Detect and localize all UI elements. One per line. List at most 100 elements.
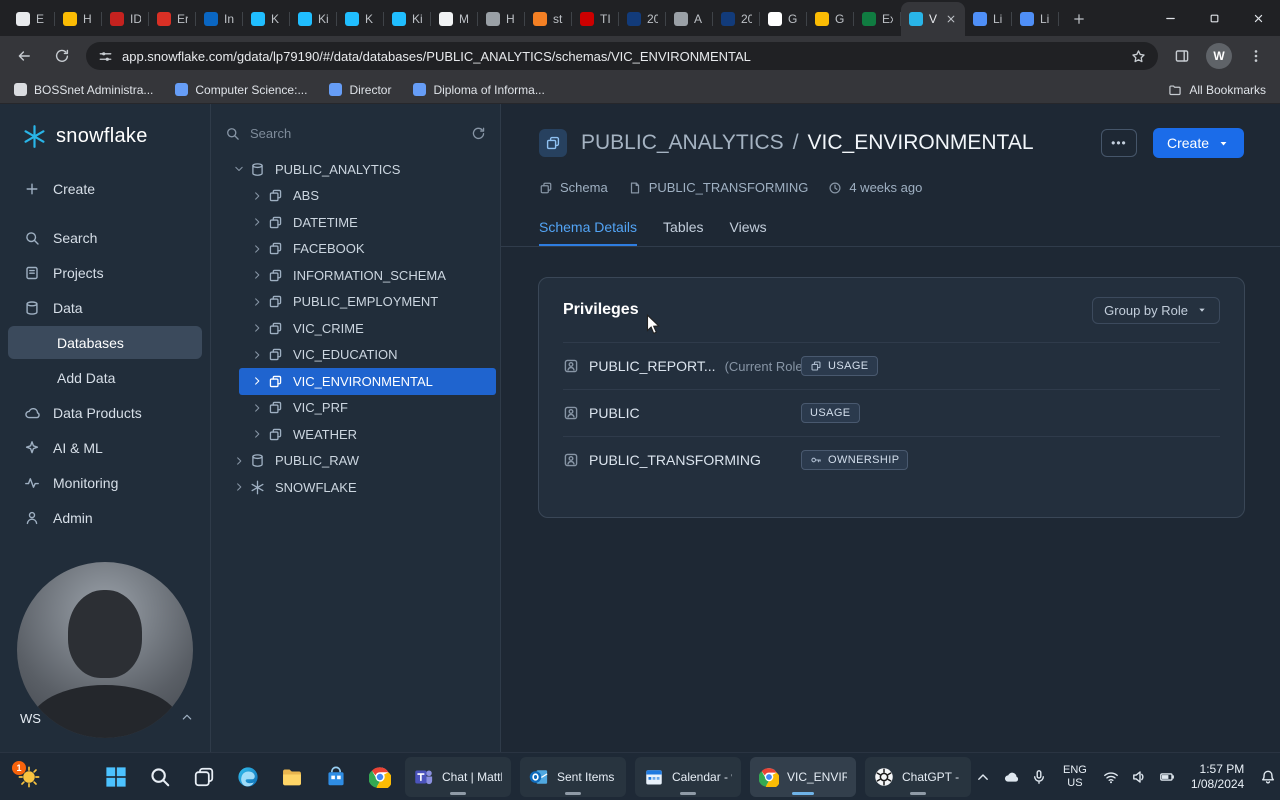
tray-mic-button[interactable] bbox=[1027, 761, 1051, 793]
sidebar-item-data-products[interactable]: Data Products bbox=[8, 396, 202, 429]
taskbar-store-button[interactable] bbox=[316, 757, 356, 797]
browser-tab[interactable]: H bbox=[478, 2, 525, 36]
browser-menu-button[interactable] bbox=[1242, 42, 1270, 70]
tree-item-datetime[interactable]: DATETIME bbox=[211, 209, 500, 236]
browser-tab[interactable]: Ki bbox=[384, 2, 431, 36]
bookmark-item[interactable]: Computer Science:... bbox=[175, 83, 307, 97]
taskbar-chrome-button[interactable] bbox=[360, 757, 400, 797]
browser-tab[interactable]: A bbox=[666, 2, 713, 36]
browser-tab[interactable]: K bbox=[243, 2, 290, 36]
browser-tab[interactable]: E bbox=[8, 2, 55, 36]
browser-tab[interactable]: In bbox=[196, 2, 243, 36]
close-button[interactable] bbox=[1236, 0, 1280, 36]
bookmark-item[interactable]: BOSSnet Administra... bbox=[14, 83, 153, 97]
sidebar-item-ai-ml[interactable]: AI & ML bbox=[8, 431, 202, 464]
tree-item-public-raw[interactable]: PUBLIC_RAW bbox=[211, 448, 500, 475]
bookmark-item[interactable]: Diploma of Informa... bbox=[413, 83, 545, 97]
taskbar-clock[interactable]: 1:57 PM 1/08/2024 bbox=[1187, 762, 1248, 792]
browser-tab[interactable]: K bbox=[337, 2, 384, 36]
side-panel-button[interactable] bbox=[1168, 42, 1196, 70]
taskbar-window-sent-items[interactable]: Sent Items - bbox=[520, 756, 626, 797]
sidebar-item-monitoring[interactable]: Monitoring bbox=[8, 466, 202, 499]
taskbar-window-vic-enviro[interactable]: VIC_ENVIRO bbox=[750, 756, 856, 797]
minimize-button[interactable] bbox=[1148, 0, 1192, 36]
taskbar-taskview-button[interactable] bbox=[184, 757, 224, 797]
browser-tab[interactable]: G bbox=[760, 2, 807, 36]
address-bar[interactable]: app.snowflake.com/gdata/lp79190/#/data/d… bbox=[86, 42, 1158, 70]
sidebar-collapse-icon[interactable] bbox=[180, 710, 194, 724]
back-button[interactable] bbox=[10, 42, 38, 70]
reload-button[interactable] bbox=[48, 42, 76, 70]
tree-item-facebook[interactable]: FACEBOOK bbox=[211, 236, 500, 263]
sidebar-item-databases[interactable]: Databases bbox=[8, 326, 202, 359]
sidebar-item-search[interactable]: Search bbox=[8, 221, 202, 254]
status-battery-icon[interactable] bbox=[1155, 761, 1179, 793]
group-by-dropdown[interactable]: Group by Role bbox=[1092, 296, 1220, 324]
sidebar-item-admin[interactable]: Admin bbox=[8, 501, 202, 534]
browser-tab[interactable]: Ki bbox=[290, 2, 337, 36]
sidebar-item-add-data[interactable]: Add Data bbox=[8, 361, 202, 394]
browser-tab[interactable]: H bbox=[55, 2, 102, 36]
tree-item-vic-prf[interactable]: VIC_PRF bbox=[211, 395, 500, 422]
create-button[interactable]: Create bbox=[1152, 128, 1244, 158]
site-settings-icon[interactable] bbox=[98, 49, 113, 64]
tree-item-vic-crime[interactable]: VIC_CRIME bbox=[211, 315, 500, 342]
browser-tab[interactable]: ID bbox=[102, 2, 149, 36]
browser-tab[interactable]: M bbox=[431, 2, 478, 36]
taskbar-edge-button[interactable] bbox=[228, 757, 268, 797]
browser-tab[interactable]: TI bbox=[572, 2, 619, 36]
taskbar-start-button[interactable] bbox=[96, 757, 136, 797]
browser-tab[interactable]: 20 bbox=[619, 2, 666, 36]
tab-close-icon[interactable] bbox=[945, 13, 957, 25]
browser-tab[interactable]: V bbox=[901, 2, 965, 36]
tree-item-abs[interactable]: ABS bbox=[211, 183, 500, 210]
tab-views[interactable]: Views bbox=[730, 219, 767, 246]
taskbar-window-chat-matth[interactable]: Chat | Matth bbox=[405, 756, 511, 797]
browser-profile-avatar[interactable]: W bbox=[1206, 43, 1232, 69]
status-wifi-icon[interactable] bbox=[1099, 761, 1123, 793]
taskbar-window-chatgpt-g[interactable]: ChatGPT - G bbox=[865, 756, 971, 797]
taskbar-folder-button[interactable] bbox=[272, 757, 312, 797]
tree-item-information-schema[interactable]: INFORMATION_SCHEMA bbox=[211, 262, 500, 289]
bookmark-item[interactable]: Director bbox=[329, 83, 391, 97]
user-avatar[interactable] bbox=[17, 562, 193, 738]
tab-schema-details[interactable]: Schema Details bbox=[539, 219, 638, 246]
tree-item-public-employment[interactable]: PUBLIC_EMPLOYMENT bbox=[211, 289, 500, 316]
new-tab-button[interactable] bbox=[1065, 5, 1093, 33]
sidebar-item-data[interactable]: Data bbox=[8, 291, 202, 324]
browser-tab[interactable]: 20 bbox=[713, 2, 760, 36]
search-icon bbox=[24, 230, 40, 246]
tab-tables[interactable]: Tables bbox=[663, 219, 703, 246]
taskbar-window-calendar-w[interactable]: Calendar - w bbox=[635, 756, 741, 797]
tree-item-public-analytics[interactable]: PUBLIC_ANALYTICS bbox=[211, 156, 500, 183]
sidebar-item-create[interactable]: Create bbox=[8, 172, 202, 205]
status-speaker-icon[interactable] bbox=[1127, 761, 1151, 793]
explorer-search-input[interactable]: Search bbox=[225, 116, 486, 150]
browser-tab[interactable]: Li bbox=[965, 2, 1012, 36]
breadcrumb-database[interactable]: PUBLIC_ANALYTICS bbox=[581, 131, 784, 154]
snowflake-logo[interactable]: snowflake bbox=[0, 104, 210, 165]
maximize-button[interactable] bbox=[1192, 0, 1236, 36]
tree-item-vic-environmental[interactable]: VIC_ENVIRONMENTAL bbox=[239, 368, 496, 395]
privilege-row: PUBLIC USAGE bbox=[563, 389, 1220, 436]
tree-item-weather[interactable]: WEATHER bbox=[211, 421, 500, 448]
taskbar-widgets-button[interactable]: 1 bbox=[10, 757, 48, 797]
language-indicator[interactable]: ENG US bbox=[1059, 764, 1091, 790]
browser-tab[interactable]: G bbox=[807, 2, 854, 36]
browser-tab[interactable]: Ex bbox=[854, 2, 901, 36]
tray-cloud-solid-button[interactable] bbox=[999, 761, 1023, 793]
more-actions-button[interactable]: ••• bbox=[1100, 129, 1137, 157]
sidebar-item-projects[interactable]: Projects bbox=[8, 256, 202, 289]
taskbar-search-tb-button[interactable] bbox=[140, 757, 180, 797]
all-bookmarks-button[interactable]: All Bookmarks bbox=[1168, 83, 1266, 97]
browser-tab[interactable]: Er bbox=[149, 2, 196, 36]
chevron-right-icon bbox=[251, 243, 263, 255]
tree-item-vic-education[interactable]: VIC_EDUCATION bbox=[211, 342, 500, 369]
browser-tab[interactable]: Li bbox=[1012, 2, 1059, 36]
explorer-refresh-icon[interactable] bbox=[471, 126, 486, 141]
tree-item-snowflake[interactable]: SNOWFLAKE bbox=[211, 474, 500, 501]
browser-tab[interactable]: st bbox=[525, 2, 572, 36]
taskbar-bell-button[interactable] bbox=[1256, 761, 1280, 793]
bookmark-star-icon[interactable] bbox=[1131, 49, 1146, 64]
tray-chevron-up-button[interactable] bbox=[971, 761, 995, 793]
